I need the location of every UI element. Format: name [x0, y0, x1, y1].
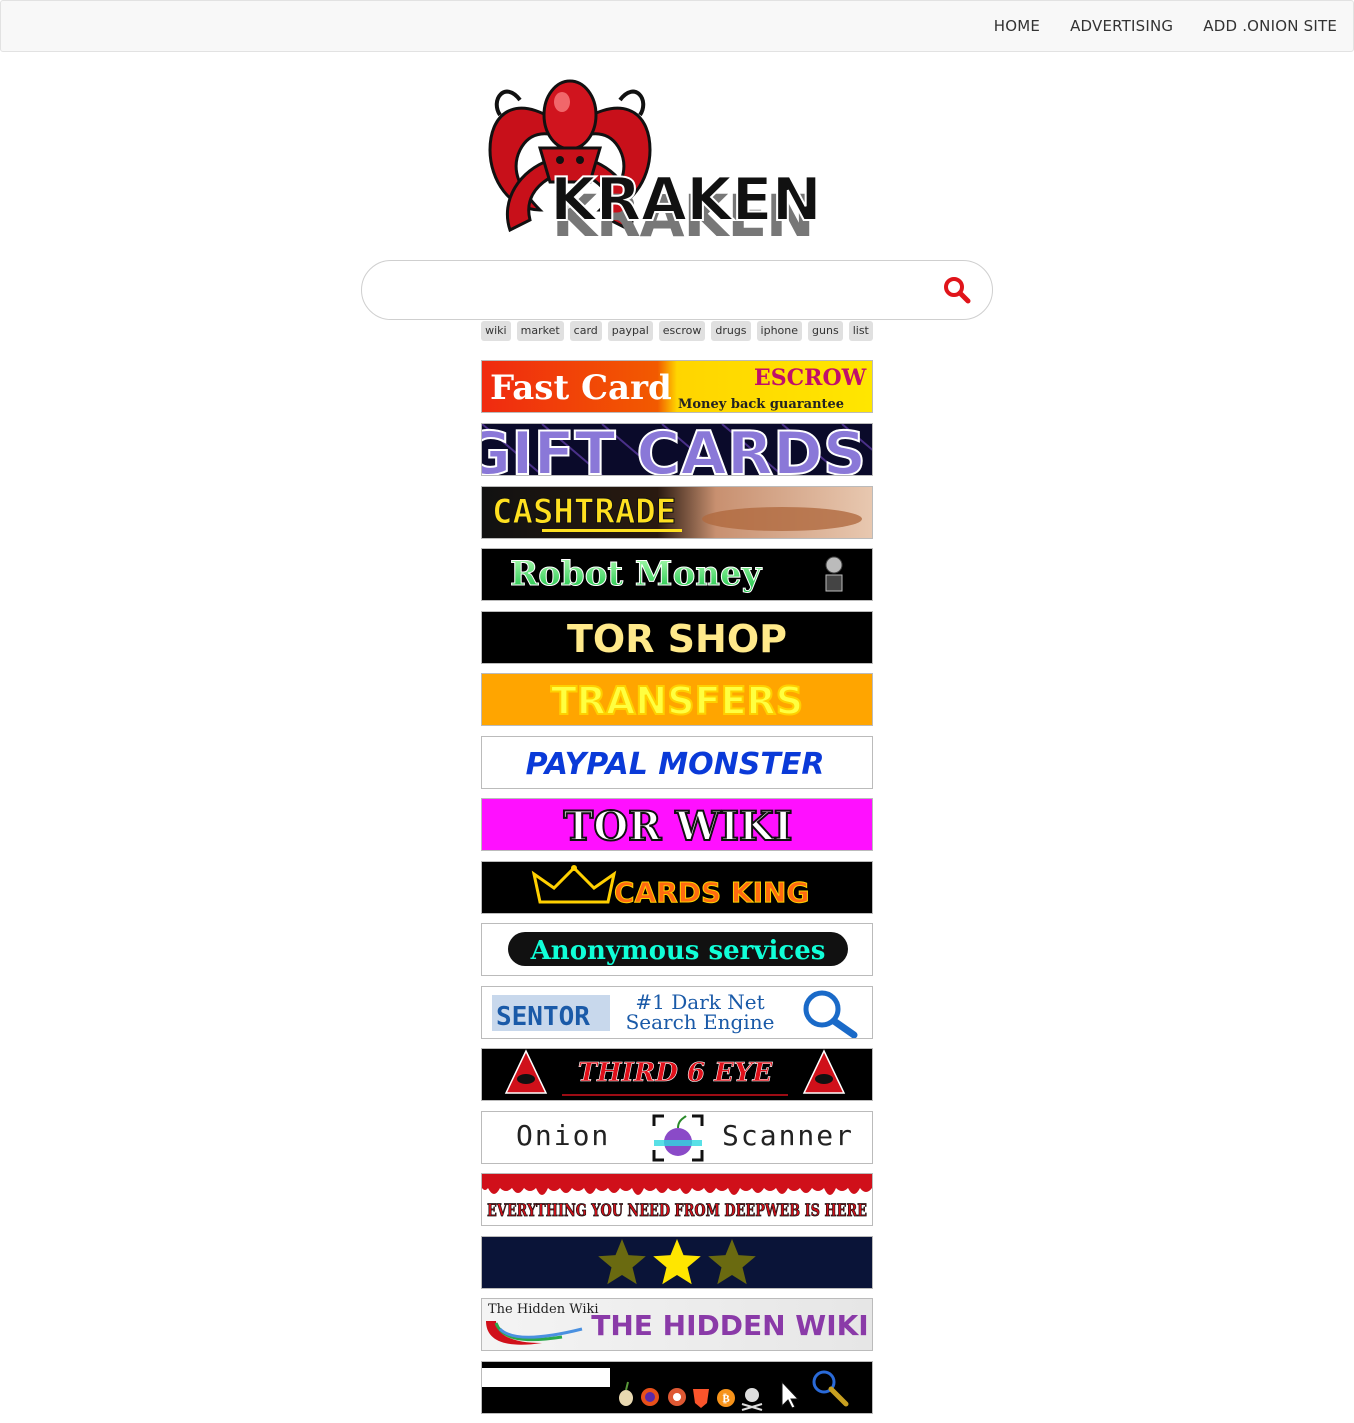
search-input[interactable] [386, 271, 926, 311]
svg-text:Money back guarantee: Money back guarantee [678, 397, 844, 412]
tag-paypal[interactable]: paypal [607, 321, 653, 341]
banner-tor-shop[interactable]: TOR SHOP [481, 611, 873, 664]
banner-paypal-monster[interactable]: PAYPAL MONSTER [481, 736, 873, 789]
banner-fast-card[interactable]: Fast Card ESCROW Money back guarantee [481, 360, 873, 413]
banner-browser-icons[interactable]: ₿ [481, 1361, 873, 1414]
tag-drugs[interactable]: drugs [711, 321, 751, 341]
banner-gift-cards[interactable]: GIFT CARDS [481, 423, 873, 476]
search-bar [361, 260, 993, 320]
banner-deepweb[interactable]: EVERYTHING YOU NEED FROM DEEPWEB IS HERE [481, 1173, 873, 1226]
banner-third-eye[interactable]: THIRD 6 EYE [481, 1048, 873, 1101]
banner-tor-wiki[interactable]: TOR WIKI [481, 798, 873, 851]
tag-iphone[interactable]: iphone [756, 321, 803, 341]
svg-text:THIRD 6 EYE: THIRD 6 EYE [578, 1058, 774, 1088]
tag-list[interactable]: list [848, 321, 873, 341]
search-tags: wiki market card paypal escrow drugs iph… [0, 321, 1354, 341]
banner-stars[interactable] [481, 1236, 873, 1289]
search-button[interactable] [942, 275, 972, 305]
svg-text:CARDS KING: CARDS KING [614, 876, 809, 909]
nav-links: HOME ADVERTISING ADD .ONION SITE [964, 1, 1337, 51]
tag-escrow[interactable]: escrow [658, 321, 706, 341]
banner-robot-money[interactable]: Robot Money [481, 548, 873, 601]
bitcoin-icon: ₿ [717, 1389, 735, 1407]
banner-transfers[interactable]: TRANSFERS [481, 673, 873, 726]
svg-text:THE HIDDEN WIKI: THE HIDDEN WIKI [591, 1309, 868, 1342]
svg-text:TOR SHOP: TOR SHOP [567, 617, 787, 661]
svg-text:ESCROW: ESCROW [754, 365, 867, 391]
kraken-logo[interactable]: KRAKEN KRAKEN [480, 70, 872, 250]
tag-market[interactable]: market [516, 321, 564, 341]
banner-cards-king[interactable]: CARDS KING [481, 861, 873, 914]
search-icon [944, 277, 971, 304]
svg-text:GIFT CARDS: GIFT CARDS [482, 424, 866, 475]
svg-text:₿: ₿ [722, 1392, 730, 1405]
svg-text:The Hidden Wiki: The Hidden Wiki [488, 1302, 599, 1317]
svg-text:Onion: Onion [516, 1119, 610, 1152]
tag-wiki[interactable]: wiki [481, 321, 511, 341]
svg-text:Search Engine: Search Engine [626, 1010, 775, 1034]
svg-text:Scanner: Scanner [722, 1119, 854, 1152]
svg-text:PAYPAL MONSTER: PAYPAL MONSTER [526, 747, 825, 782]
svg-text:TRANSFERS: TRANSFERS [551, 679, 803, 723]
top-navbar: HOME ADVERTISING ADD .ONION SITE [0, 0, 1354, 52]
svg-text:SENTOR: SENTOR [496, 1002, 590, 1032]
banner-hidden-wiki[interactable]: The Hidden Wiki THE HIDDEN WIKI [481, 1298, 873, 1351]
svg-text:Anonymous services: Anonymous services [530, 936, 826, 966]
nav-add-onion-site-link[interactable]: ADD .ONION SITE [1203, 17, 1337, 35]
banner-anonymous-services[interactable]: Anonymous services [481, 923, 873, 976]
tag-guns[interactable]: guns [808, 321, 843, 341]
duckduckgo-icon [668, 1388, 686, 1406]
nav-home-link[interactable]: HOME [994, 17, 1040, 35]
banner-onion-scanner[interactable]: Onion Scanner [481, 1111, 873, 1164]
svg-text:Fast Card: Fast Card [490, 368, 672, 408]
logo-text: KRAKEN [550, 165, 821, 235]
svg-text:TOR WIKI: TOR WIKI [564, 803, 793, 850]
nav-advertising-link[interactable]: ADVERTISING [1070, 17, 1173, 35]
banner-cashtrade[interactable]: CASHTRADE [481, 486, 873, 539]
banner-sentor[interactable]: SENTOR #1 Dark Net Search Engine [481, 986, 873, 1039]
tag-card[interactable]: card [569, 321, 602, 341]
svg-text:Robot Money: Robot Money [510, 554, 763, 594]
svg-text:EVERYTHING YOU NEED FROM DEEPW: EVERYTHING YOU NEED FROM DEEPWEB IS HERE [487, 1201, 867, 1221]
svg-text:CASHTRADE: CASHTRADE [492, 492, 676, 532]
firefox-icon [641, 1388, 659, 1406]
